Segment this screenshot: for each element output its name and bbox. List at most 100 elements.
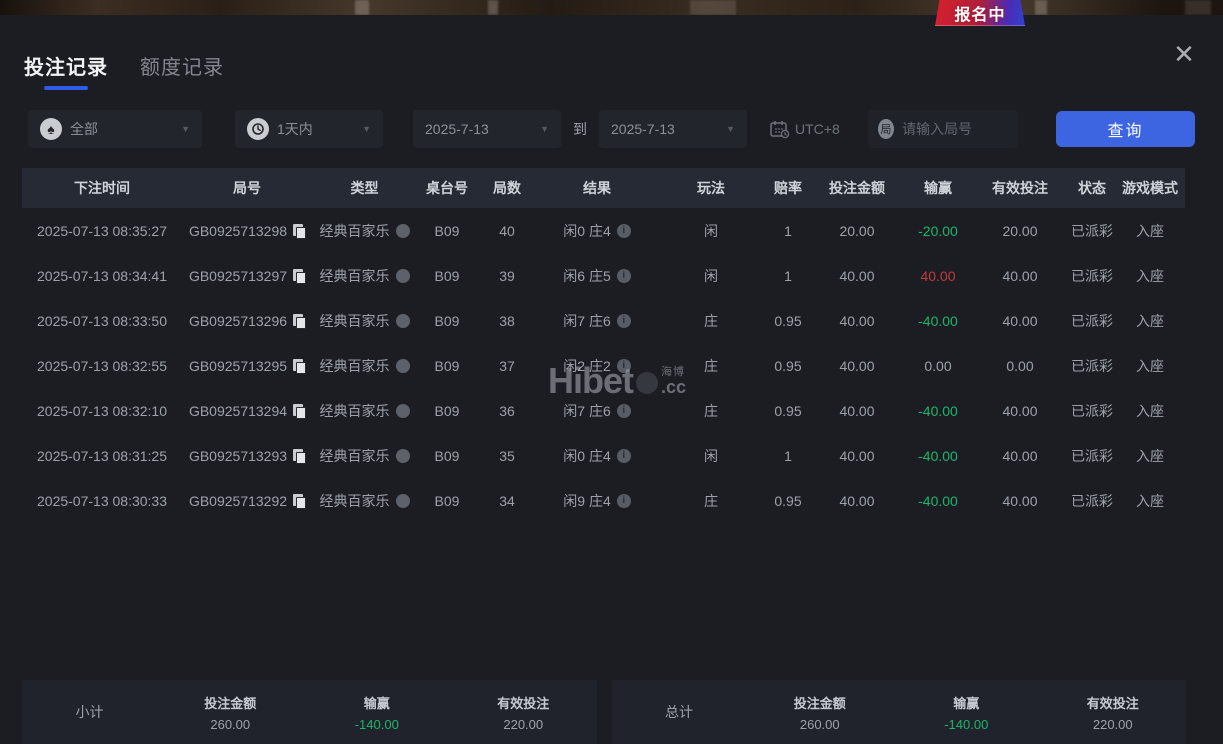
result-info-icon[interactable]: i — [616, 403, 631, 418]
col-header-odds: 赔率 — [774, 180, 802, 196]
round-number: GB0925713296 — [188, 312, 288, 329]
odds-cell: 0.95 — [774, 492, 802, 509]
date-from-value: 2025-7-13 — [425, 121, 489, 137]
game-mode-cell: 入座 — [1136, 492, 1164, 509]
copy-icon[interactable] — [293, 358, 307, 374]
games-cell: 34 — [499, 492, 515, 509]
subtotal-amount-label: 投注金额 — [204, 695, 257, 711]
winloss-cell: -40.00 — [918, 312, 958, 329]
copy-icon[interactable] — [293, 268, 307, 284]
round-cell: GB0925713297 — [182, 268, 312, 284]
game-mode-cell: 入座 — [1136, 357, 1164, 374]
games-cell: 39 — [499, 267, 515, 284]
time-range-value: 1天内 — [277, 121, 313, 137]
query-button[interactable]: 查询 — [1056, 111, 1195, 147]
type-cell: 经典百家乐 — [312, 356, 417, 376]
type-cell: 经典百家乐 — [312, 446, 417, 466]
odds-cell: 1 — [784, 267, 792, 284]
result-info-icon[interactable]: i — [616, 493, 631, 508]
round-cell: GB0925713294 — [182, 403, 312, 419]
status-cell: 已派彩 — [1071, 312, 1113, 329]
result-info-icon[interactable]: i — [616, 448, 631, 463]
table-no-cell: B09 — [434, 402, 460, 419]
amount-cell: 40.00 — [839, 357, 875, 374]
status-cell: 已派彩 — [1071, 402, 1113, 419]
play-cell: 闲 — [704, 222, 718, 239]
timezone-label: UTC+8 — [795, 121, 840, 137]
bet-time-cell: 2025-07-13 08:32:10 — [37, 402, 167, 419]
game-type: 经典百家乐 — [319, 222, 390, 239]
tab-betting-records[interactable]: 投注记录 — [24, 51, 108, 90]
play-cell: 庄 — [704, 357, 718, 374]
timezone-indicator[interactable]: UTC+8 — [769, 119, 840, 139]
result-info-icon[interactable]: i — [616, 223, 631, 238]
betting-records-modal: ✕ 投注记录 额度记录 ♠ 全部 ▼ 1天内 ▼ 2025-7-13 ▼ 到 2… — [0, 15, 1223, 744]
result-cell: 闲2 庄2 i — [537, 356, 657, 376]
chevron-down-icon: ▼ — [540, 124, 549, 134]
type-cell: 经典百家乐 — [312, 266, 417, 286]
table-no-cell: B09 — [434, 492, 460, 509]
result-info-icon[interactable]: i — [616, 313, 631, 328]
table-row: 2025-07-13 08:32:55 GB0925713295 经典百家乐 B… — [22, 343, 1185, 388]
type-cell: 经典百家乐 — [312, 491, 417, 511]
col-header-table-no: 桌台号 — [426, 180, 468, 196]
table-no-cell: B09 — [434, 357, 460, 374]
tab-quota-records[interactable]: 额度记录 — [140, 51, 224, 90]
date-to-select[interactable]: 2025-7-13 ▼ — [599, 110, 747, 148]
winloss-cell: 40.00 — [920, 267, 956, 284]
game-mode-cell: 入座 — [1136, 447, 1164, 464]
total-valid-label: 有效投注 — [1086, 695, 1139, 711]
date-to-value: 2025-7-13 — [611, 121, 675, 137]
table-row: 2025-07-13 08:31:25 GB0925713293 经典百家乐 B… — [22, 433, 1185, 478]
winloss-cell: 0.00 — [924, 357, 952, 374]
copy-icon[interactable] — [293, 223, 307, 239]
chevron-down-icon: ▼ — [362, 124, 371, 134]
game-type: 经典百家乐 — [319, 267, 390, 284]
subtotal-amount-value: 260.00 — [210, 716, 251, 732]
col-header-type: 类型 — [350, 180, 379, 196]
play-cell: 庄 — [704, 492, 718, 509]
modal-tabs: 投注记录 额度记录 — [24, 51, 224, 90]
round-number: GB0925713297 — [188, 267, 288, 284]
subtotal-winloss-value: -140.00 — [354, 716, 399, 732]
live-video-strip — [0, 0, 1223, 15]
round-number-field[interactable]: 局 — [867, 110, 1018, 148]
valid-bet-cell: 40.00 — [1002, 402, 1038, 419]
table-no-cell: B09 — [434, 267, 460, 284]
close-icon[interactable]: ✕ — [1171, 41, 1197, 68]
copy-icon[interactable] — [293, 313, 307, 329]
games-cell: 40 — [499, 222, 515, 239]
status-cell: 已派彩 — [1071, 267, 1113, 284]
clock-icon — [247, 118, 269, 140]
amount-cell: 40.00 — [839, 267, 875, 284]
col-header-status: 状态 — [1078, 180, 1106, 196]
col-header-winloss: 输赢 — [924, 180, 952, 196]
copy-icon[interactable] — [293, 493, 307, 509]
play-cell: 闲 — [704, 267, 718, 284]
video-detail — [1035, 0, 1047, 15]
summary-bar: 小计 投注金额 260.00 输赢 -140.00 有效投注 220.00 总计… — [22, 680, 1186, 744]
subtotal-valid-value: 220.00 — [503, 716, 544, 732]
col-header-game-mode: 游戏模式 — [1122, 180, 1178, 196]
copy-icon[interactable] — [293, 448, 307, 464]
bet-time-cell: 2025-07-13 08:32:55 — [37, 357, 167, 374]
table-row: 2025-07-13 08:34:41 GB0925713297 经典百家乐 B… — [22, 253, 1185, 298]
result-info-icon[interactable]: i — [616, 358, 631, 373]
game-type-icon — [395, 223, 410, 238]
games-cell: 35 — [499, 447, 515, 464]
signup-status-badge: 报名中 — [935, 0, 1025, 26]
time-range-select[interactable]: 1天内 ▼ — [235, 110, 383, 148]
total-amount-label: 投注金额 — [793, 695, 846, 711]
copy-icon[interactable] — [293, 403, 307, 419]
play-cell: 闲 — [704, 447, 718, 464]
winloss-cell: -40.00 — [918, 492, 958, 509]
round-number: GB0925713294 — [188, 402, 288, 419]
result-score: 闲2 庄2 — [563, 357, 611, 374]
amount-cell: 40.00 — [839, 447, 875, 464]
result-info-icon[interactable]: i — [616, 268, 631, 283]
game-type-icon — [395, 358, 410, 373]
date-from-select[interactable]: 2025-7-13 ▼ — [413, 110, 561, 148]
round-number-input[interactable] — [902, 121, 1008, 137]
game-category-select[interactable]: ♠ 全部 ▼ — [28, 110, 202, 148]
round-number: GB0925713295 — [188, 357, 288, 374]
